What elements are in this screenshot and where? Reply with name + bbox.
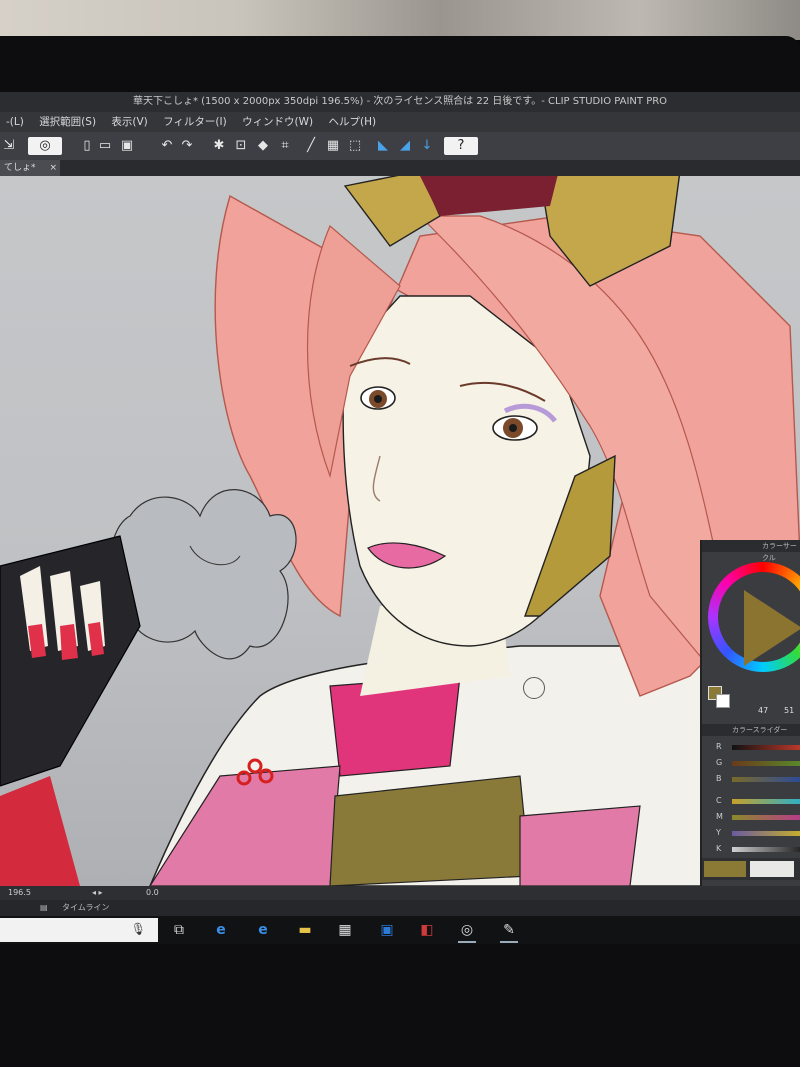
illustration — [0, 176, 800, 886]
sub-color-swatch[interactable] — [716, 694, 730, 708]
color-history — [702, 858, 800, 880]
ruler-icon[interactable]: ╱ — [302, 137, 320, 155]
ie-icon[interactable]: e — [210, 920, 232, 940]
outlook-icon[interactable]: ▣ — [376, 920, 398, 940]
transform-icon[interactable]: ⌗ — [276, 137, 294, 155]
history-swatch-1[interactable] — [704, 861, 746, 877]
command-bar: ⇲ ◎ ▯ ▭ ▣ ↶ ↷ ✱ ⊡ ◆ ⌗ ╱ ▦ ⬚ ◣ ◢ ↓ ? — [0, 132, 800, 161]
snap-special-icon[interactable]: ◢ — [396, 137, 414, 155]
color-slider-title: カラースライダー — [702, 724, 800, 736]
grid-icon[interactable]: ▦ — [324, 137, 342, 155]
slider-b[interactable]: B — [702, 772, 800, 786]
save-icon[interactable]: ▣ — [118, 137, 136, 155]
snap-grid-icon[interactable]: ↓ — [418, 137, 436, 155]
help-button[interactable]: ? — [444, 137, 478, 155]
timeline-label[interactable]: タイムライン — [62, 900, 109, 916]
color-value-a: 47 — [758, 706, 769, 715]
room-background — [0, 0, 800, 40]
color-value-b: 51 — [784, 706, 795, 715]
clip-studio-paint-icon[interactable]: ✎ — [498, 920, 520, 943]
zoom-controls-icon[interactable]: ◂ ▸ — [92, 886, 103, 900]
history-swatch-2[interactable] — [750, 861, 794, 877]
document-tabs: てしょ* × — [0, 160, 800, 176]
erase-selection-icon[interactable]: ✱ — [210, 137, 228, 155]
menu-bar: -(L) 選択範囲(S) 表示(V) フィルター(I) ウィンドウ(W) ヘルプ… — [0, 112, 800, 132]
drawing-canvas[interactable] — [0, 176, 800, 886]
close-icon[interactable]: × — [49, 160, 57, 176]
color-circle-title: カラーサークル — [702, 540, 800, 562]
color-triangle[interactable] — [744, 590, 800, 666]
edge-icon[interactable]: e — [252, 920, 274, 940]
menu-view[interactable]: 表示(V) — [105, 112, 153, 132]
clip-studio-button[interactable]: ◎ — [28, 137, 62, 155]
zoom-readout: 196.5 — [8, 888, 31, 897]
app-icon[interactable]: ◧ — [416, 920, 438, 940]
brush-cursor — [523, 677, 545, 699]
slider-y[interactable]: Y — [702, 826, 800, 840]
task-view-icon[interactable]: ⧉ — [168, 920, 190, 940]
store-icon[interactable]: ▦ — [334, 920, 356, 940]
microphone-icon[interactable]: 🎙 — [131, 922, 146, 936]
tool-icon[interactable]: ⇲ — [0, 137, 18, 155]
open-file-icon[interactable]: ▭ — [96, 137, 114, 155]
slider-g[interactable]: G — [702, 756, 800, 770]
timeline-bar: ▤ タイムライン — [0, 900, 800, 916]
crop-icon[interactable]: ⊡ — [232, 137, 250, 155]
tab-document[interactable]: てしょ* × — [0, 160, 60, 176]
slider-m[interactable]: M — [702, 810, 800, 824]
slider-r[interactable]: R — [702, 740, 800, 754]
menu-layer[interactable]: -(L) — [0, 112, 30, 132]
select-icon[interactable]: ⬚ — [346, 137, 364, 155]
menu-filter[interactable]: フィルター(I) — [157, 112, 233, 132]
menu-window[interactable]: ウィンドウ(W) — [236, 112, 319, 132]
clip-studio-icon[interactable]: ◎ — [456, 920, 478, 943]
search-box[interactable]: 🎙 — [0, 918, 158, 942]
slider-k[interactable]: K — [702, 842, 800, 856]
window-title: 華天下こしょ* (1500 x 2000px 350dpi 196.5%) - … — [0, 92, 800, 112]
redo-icon[interactable]: ↷ — [178, 137, 196, 155]
windows-taskbar: 🎙 ⧉ e e ▬ ▦ ▣ ◧ ◎ ✎ — [0, 916, 800, 944]
new-file-icon[interactable]: ▯ — [78, 137, 96, 155]
snap-ruler-icon[interactable]: ◣ — [374, 137, 392, 155]
slider-c[interactable]: C — [702, 794, 800, 808]
rotation-readout: 0.0 — [146, 888, 159, 897]
tab-label: てしょ* — [4, 163, 36, 173]
undo-icon[interactable]: ↶ — [158, 137, 176, 155]
explorer-icon[interactable]: ▬ — [294, 920, 316, 940]
timeline-icon[interactable]: ▤ — [40, 900, 48, 916]
menu-selection[interactable]: 選択範囲(S) — [33, 112, 102, 132]
status-bar: 196.5 ◂ ▸ 0.0 — [0, 886, 800, 900]
menu-help[interactable]: ヘルプ(H) — [322, 112, 382, 132]
color-panel: カラーサークル 47 51 カラースライダー R G B C M Y K — [700, 540, 800, 886]
fill-icon[interactable]: ◆ — [254, 137, 272, 155]
